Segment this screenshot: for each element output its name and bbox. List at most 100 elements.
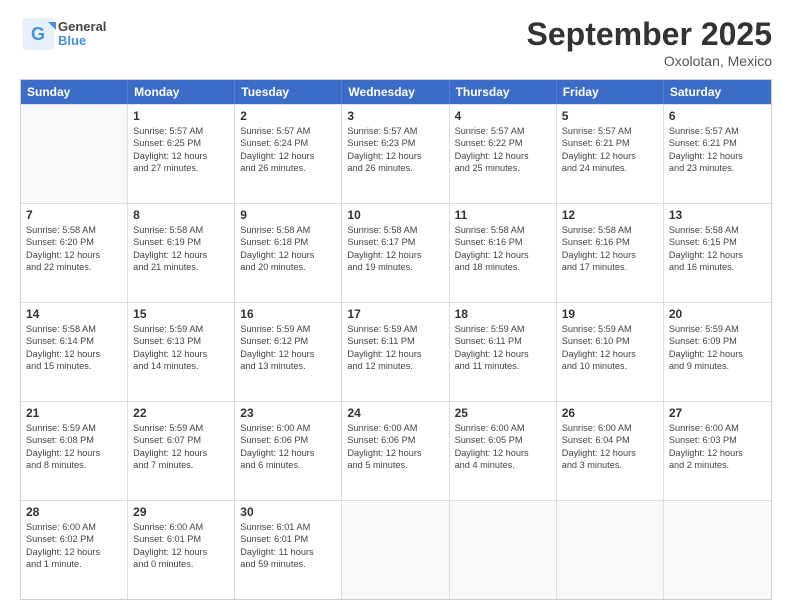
day-info: Sunrise: 5:57 AM Sunset: 6:25 PM Dayligh… bbox=[133, 125, 229, 175]
calendar-row-4: 21Sunrise: 5:59 AM Sunset: 6:08 PM Dayli… bbox=[21, 401, 771, 500]
day-number: 28 bbox=[26, 505, 122, 519]
day-info: Sunrise: 6:00 AM Sunset: 6:06 PM Dayligh… bbox=[347, 422, 443, 472]
day-number: 18 bbox=[455, 307, 551, 321]
calendar-cell bbox=[450, 501, 557, 599]
day-info: Sunrise: 6:00 AM Sunset: 6:06 PM Dayligh… bbox=[240, 422, 336, 472]
day-info: Sunrise: 6:00 AM Sunset: 6:05 PM Dayligh… bbox=[455, 422, 551, 472]
calendar-cell: 18 Sunrise: 5:59 AM Sunset: 6:11 PM Dayli… bbox=[450, 303, 557, 401]
day-number: 6 bbox=[669, 109, 766, 123]
logo-icon: G bbox=[20, 16, 56, 52]
calendar-cell: 22 Sunrise: 5:59 AM Sunset: 6:07 PM Dayli… bbox=[128, 402, 235, 500]
day-number: 22 bbox=[133, 406, 229, 420]
day-number: 23 bbox=[240, 406, 336, 420]
day-number: 13 bbox=[669, 208, 766, 222]
header-cell-thursday: Thursday bbox=[450, 80, 557, 104]
header-cell-friday: Friday bbox=[557, 80, 664, 104]
day-number: 26 bbox=[562, 406, 658, 420]
calendar-cell: 23 Sunrise: 6:00 AM Sunset: 6:06 PM Dayli… bbox=[235, 402, 342, 500]
month-title: September 2025 bbox=[527, 16, 772, 53]
day-number: 30 bbox=[240, 505, 336, 519]
calendar-cell: 11Sunrise: 5:58 AM Sunset: 6:16 PM Dayli… bbox=[450, 204, 557, 302]
day-number: 11 bbox=[455, 208, 551, 222]
day-info: Sunrise: 5:59 AM Sunset: 6:11 PM Dayligh… bbox=[347, 323, 443, 373]
day-number: 5 bbox=[562, 109, 658, 123]
day-number: 17 bbox=[347, 307, 443, 321]
calendar-cell: 17 Sunrise: 5:59 AM Sunset: 6:11 PM Dayli… bbox=[342, 303, 449, 401]
day-number: 15 bbox=[133, 307, 229, 321]
day-number: 8 bbox=[133, 208, 229, 222]
day-info: Sunrise: 5:59 AM Sunset: 6:09 PM Dayligh… bbox=[669, 323, 766, 373]
calendar-cell: 16 Sunrise: 5:59 AM Sunset: 6:12 PM Dayli… bbox=[235, 303, 342, 401]
day-info: Sunrise: 5:58 AM Sunset: 6:14 PM Dayligh… bbox=[26, 323, 122, 373]
page: G General Blue September 2025 Oxolotan, … bbox=[0, 0, 792, 612]
logo-general: General bbox=[58, 19, 106, 34]
day-info: Sunrise: 5:58 AM Sunset: 6:18 PM Dayligh… bbox=[240, 224, 336, 274]
calendar-cell: 10Sunrise: 5:58 AM Sunset: 6:17 PM Dayli… bbox=[342, 204, 449, 302]
day-info: Sunrise: 5:58 AM Sunset: 6:19 PM Dayligh… bbox=[133, 224, 229, 274]
day-number: 25 bbox=[455, 406, 551, 420]
calendar-cell: 8 Sunrise: 5:58 AM Sunset: 6:19 PM Daylig… bbox=[128, 204, 235, 302]
day-info: Sunrise: 5:59 AM Sunset: 6:11 PM Dayligh… bbox=[455, 323, 551, 373]
day-number: 3 bbox=[347, 109, 443, 123]
day-number: 16 bbox=[240, 307, 336, 321]
day-number: 4 bbox=[455, 109, 551, 123]
header-cell-saturday: Saturday bbox=[664, 80, 771, 104]
calendar-cell: 20 Sunrise: 5:59 AM Sunset: 6:09 PM Dayli… bbox=[664, 303, 771, 401]
calendar-cell: 9 Sunrise: 5:58 AM Sunset: 6:18 PM Daylig… bbox=[235, 204, 342, 302]
day-info: Sunrise: 5:58 AM Sunset: 6:15 PM Dayligh… bbox=[669, 224, 766, 274]
calendar-cell: 26 Sunrise: 6:00 AM Sunset: 6:04 PM Dayli… bbox=[557, 402, 664, 500]
day-info: Sunrise: 5:59 AM Sunset: 6:12 PM Dayligh… bbox=[240, 323, 336, 373]
day-info: Sunrise: 6:00 AM Sunset: 6:02 PM Dayligh… bbox=[26, 521, 122, 571]
header: G General Blue September 2025 Oxolotan, … bbox=[20, 16, 772, 69]
calendar-row-1: 1 Sunrise: 5:57 AM Sunset: 6:25 PM Daylig… bbox=[21, 104, 771, 203]
day-info: Sunrise: 5:59 AM Sunset: 6:10 PM Dayligh… bbox=[562, 323, 658, 373]
day-number: 20 bbox=[669, 307, 766, 321]
day-info: Sunrise: 5:57 AM Sunset: 6:24 PM Dayligh… bbox=[240, 125, 336, 175]
calendar-cell: 14 Sunrise: 5:58 AM Sunset: 6:14 PM Dayli… bbox=[21, 303, 128, 401]
day-info: Sunrise: 5:59 AM Sunset: 6:13 PM Dayligh… bbox=[133, 323, 229, 373]
calendar-cell: 24 Sunrise: 6:00 AM Sunset: 6:06 PM Dayli… bbox=[342, 402, 449, 500]
calendar-cell: 29Sunrise: 6:00 AM Sunset: 6:01 PM Dayli… bbox=[128, 501, 235, 599]
day-number: 21 bbox=[26, 406, 122, 420]
calendar-cell bbox=[342, 501, 449, 599]
day-info: Sunrise: 5:57 AM Sunset: 6:21 PM Dayligh… bbox=[562, 125, 658, 175]
calendar-cell: 15 Sunrise: 5:59 AM Sunset: 6:13 PM Dayli… bbox=[128, 303, 235, 401]
day-info: Sunrise: 5:58 AM Sunset: 6:16 PM Dayligh… bbox=[562, 224, 658, 274]
calendar-cell: 7Sunrise: 5:58 AM Sunset: 6:20 PM Daylig… bbox=[21, 204, 128, 302]
day-number: 1 bbox=[133, 109, 229, 123]
calendar-row-3: 14 Sunrise: 5:58 AM Sunset: 6:14 PM Dayli… bbox=[21, 302, 771, 401]
logo-blue: Blue bbox=[58, 33, 86, 48]
calendar-cell: 2 Sunrise: 5:57 AM Sunset: 6:24 PM Daylig… bbox=[235, 105, 342, 203]
day-info: Sunrise: 6:00 AM Sunset: 6:01 PM Dayligh… bbox=[133, 521, 229, 571]
day-number: 2 bbox=[240, 109, 336, 123]
day-number: 7 bbox=[26, 208, 122, 222]
calendar-cell bbox=[21, 105, 128, 203]
day-number: 24 bbox=[347, 406, 443, 420]
calendar-cell: 5 Sunrise: 5:57 AM Sunset: 6:21 PM Daylig… bbox=[557, 105, 664, 203]
subtitle: Oxolotan, Mexico bbox=[527, 53, 772, 69]
title-block: September 2025 Oxolotan, Mexico bbox=[527, 16, 772, 69]
logo: G General Blue bbox=[20, 16, 106, 52]
calendar-cell bbox=[664, 501, 771, 599]
day-number: 14 bbox=[26, 307, 122, 321]
calendar-body: 1 Sunrise: 5:57 AM Sunset: 6:25 PM Daylig… bbox=[21, 104, 771, 599]
day-number: 10 bbox=[347, 208, 443, 222]
day-number: 12 bbox=[562, 208, 658, 222]
calendar-cell: 4Sunrise: 5:57 AM Sunset: 6:22 PM Daylig… bbox=[450, 105, 557, 203]
calendar: SundayMondayTuesdayWednesdayThursdayFrid… bbox=[20, 79, 772, 600]
calendar-header: SundayMondayTuesdayWednesdayThursdayFrid… bbox=[21, 80, 771, 104]
calendar-cell: 19Sunrise: 5:59 AM Sunset: 6:10 PM Dayli… bbox=[557, 303, 664, 401]
day-number: 27 bbox=[669, 406, 766, 420]
calendar-row-5: 28 Sunrise: 6:00 AM Sunset: 6:02 PM Dayli… bbox=[21, 500, 771, 599]
day-info: Sunrise: 5:57 AM Sunset: 6:23 PM Dayligh… bbox=[347, 125, 443, 175]
header-cell-sunday: Sunday bbox=[21, 80, 128, 104]
header-cell-monday: Monday bbox=[128, 80, 235, 104]
day-info: Sunrise: 5:59 AM Sunset: 6:07 PM Dayligh… bbox=[133, 422, 229, 472]
day-info: Sunrise: 6:00 AM Sunset: 6:03 PM Dayligh… bbox=[669, 422, 766, 472]
day-info: Sunrise: 5:57 AM Sunset: 6:21 PM Dayligh… bbox=[669, 125, 766, 175]
day-info: Sunrise: 6:00 AM Sunset: 6:04 PM Dayligh… bbox=[562, 422, 658, 472]
calendar-cell: 30Sunrise: 6:01 AM Sunset: 6:01 PM Dayli… bbox=[235, 501, 342, 599]
day-number: 9 bbox=[240, 208, 336, 222]
calendar-cell: 3 Sunrise: 5:57 AM Sunset: 6:23 PM Daylig… bbox=[342, 105, 449, 203]
svg-text:G: G bbox=[31, 24, 45, 44]
